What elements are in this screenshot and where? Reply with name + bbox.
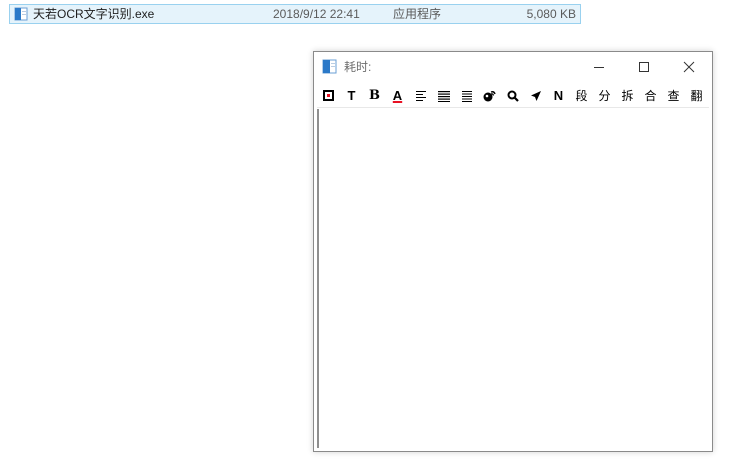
align-right-button[interactable] — [455, 85, 478, 107]
app-icon — [322, 59, 337, 74]
format-toolbar: T B A N 段 分 拆 合 查 翻 — [317, 84, 709, 108]
exe-file-icon — [14, 7, 28, 21]
window-title: 耗时: — [344, 60, 372, 74]
lookup-label: 查 — [667, 89, 680, 103]
search-icon — [507, 90, 519, 102]
paragraph-button[interactable]: 段 — [570, 85, 593, 107]
text-t-label: T — [347, 88, 356, 103]
font-color-label: A — [392, 88, 403, 103]
bold-label: B — [369, 88, 380, 103]
minimize-button[interactable] — [576, 52, 621, 82]
align-lines-icon — [461, 90, 472, 102]
file-modified-date: 2018/9/12 22:41 — [273, 7, 360, 21]
translate-label: 翻 — [690, 89, 703, 103]
ocr-text-area[interactable] — [317, 109, 709, 448]
align-left-icon — [415, 90, 426, 101]
merge-label: 合 — [644, 89, 657, 103]
n-label: N — [553, 88, 564, 103]
maximize-button[interactable] — [621, 52, 666, 82]
align-left-button[interactable] — [409, 85, 432, 107]
file-name: 天若OCR文字识别.exe — [33, 7, 155, 21]
speaker-icon — [483, 90, 496, 101]
align-justify-icon — [437, 90, 450, 102]
frame-icon — [323, 90, 334, 101]
send-icon — [530, 90, 541, 101]
bold-button[interactable]: B — [363, 85, 386, 107]
search-button[interactable] — [501, 85, 524, 107]
lookup-button[interactable]: 查 — [662, 85, 685, 107]
split-label: 分 — [598, 89, 611, 103]
translate-button[interactable]: 翻 — [685, 85, 708, 107]
paragraph-label: 段 — [575, 89, 588, 103]
n-button[interactable]: N — [547, 85, 570, 107]
font-color-button[interactable]: A — [386, 85, 409, 107]
break-label: 拆 — [621, 89, 634, 103]
minimize-icon — [593, 67, 604, 68]
desktop-area: 天若OCR文字识别.exe 2018/9/12 22:41 应用程序 5,080… — [0, 0, 734, 466]
speak-button[interactable] — [478, 85, 501, 107]
ocr-result-window: 耗时: T B A N 段 分 拆 合 查 翻 — [313, 51, 713, 452]
align-justify-button[interactable] — [432, 85, 455, 107]
split-button[interactable]: 分 — [593, 85, 616, 107]
file-type: 应用程序 — [393, 7, 442, 21]
break-button[interactable]: 拆 — [616, 85, 639, 107]
frame-button[interactable] — [317, 85, 340, 107]
merge-button[interactable]: 合 — [639, 85, 662, 107]
close-button[interactable] — [666, 52, 711, 82]
file-size: 5,080 KB — [526, 7, 576, 21]
file-list-row[interactable]: 天若OCR文字识别.exe 2018/9/12 22:41 应用程序 5,080… — [9, 4, 581, 24]
maximize-icon — [638, 62, 649, 72]
window-titlebar[interactable]: 耗时: — [314, 52, 712, 82]
send-button[interactable] — [524, 85, 547, 107]
close-icon — [683, 61, 694, 73]
text-button[interactable]: T — [340, 85, 363, 107]
